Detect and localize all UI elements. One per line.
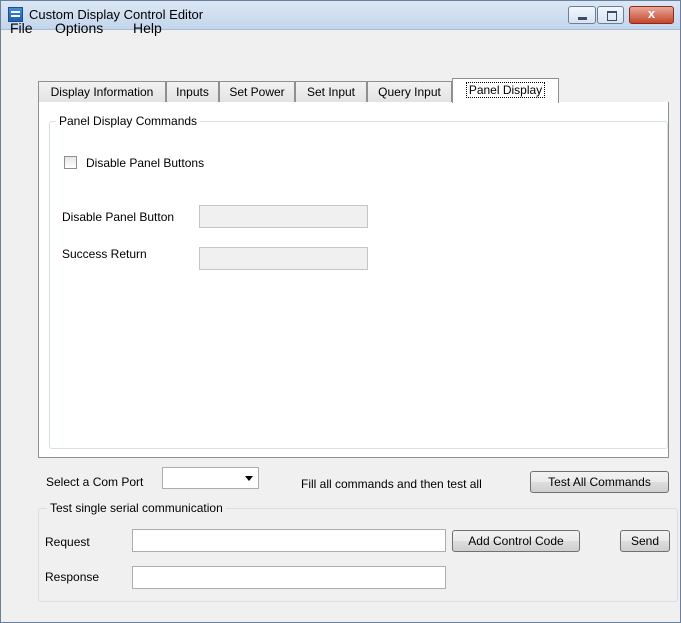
success-return-field[interactable] [199, 247, 368, 270]
disable-panel-buttons-checkbox[interactable] [64, 156, 77, 169]
add-control-code-button[interactable]: Add Control Code [452, 530, 580, 552]
serial-test-group: Test single serial communication Request… [38, 501, 678, 602]
panel-display-tab-page: Panel Display Commands Disable Panel But… [38, 102, 669, 458]
request-label: Request [45, 535, 90, 549]
maximize-button[interactable] [597, 6, 624, 24]
disable-panel-button-label: Disable Panel Button [62, 210, 175, 224]
serial-group-title: Test single serial communication [47, 501, 226, 515]
tab-query-input[interactable]: Query Input [367, 81, 452, 102]
chevron-down-icon [245, 476, 253, 481]
com-port-label: Select a Com Port [46, 475, 144, 489]
menu-file[interactable]: File [10, 20, 33, 36]
com-port-dropdown[interactable] [162, 467, 259, 489]
tab-set-input[interactable]: Set Input [295, 81, 367, 102]
disable-panel-buttons-label: Disable Panel Buttons [86, 156, 205, 170]
tab-panel-display-label: Panel Display [465, 82, 546, 98]
disable-panel-button-field[interactable] [199, 205, 368, 228]
response-label: Response [45, 570, 100, 584]
tab-set-power[interactable]: Set Power [219, 81, 295, 102]
app-window: Custom Display Control Editor x File Opt… [0, 0, 681, 623]
success-return-label: Success Return [62, 247, 147, 261]
response-input[interactable] [132, 566, 446, 589]
test-all-commands-button[interactable]: Test All Commands [530, 471, 669, 493]
tab-inputs[interactable]: Inputs [166, 81, 219, 102]
panel-display-commands-group: Panel Display Commands Disable Panel But… [49, 114, 668, 449]
tab-panel-display[interactable]: Panel Display [452, 78, 559, 103]
menu-bar: File Options Help [1, 20, 680, 52]
request-input[interactable] [132, 529, 446, 552]
menu-help[interactable]: Help [133, 20, 162, 36]
send-button[interactable]: Send [620, 530, 670, 552]
minimize-icon [578, 17, 587, 20]
close-icon: x [647, 6, 656, 21]
maximize-icon [607, 11, 617, 21]
menu-options[interactable]: Options [55, 20, 103, 36]
close-button[interactable]: x [629, 6, 674, 24]
fill-commands-hint: Fill all commands and then test all [301, 477, 482, 491]
group-title: Panel Display Commands [56, 114, 201, 128]
minimize-button[interactable] [568, 6, 596, 24]
tab-display-information[interactable]: Display Information [38, 81, 166, 102]
